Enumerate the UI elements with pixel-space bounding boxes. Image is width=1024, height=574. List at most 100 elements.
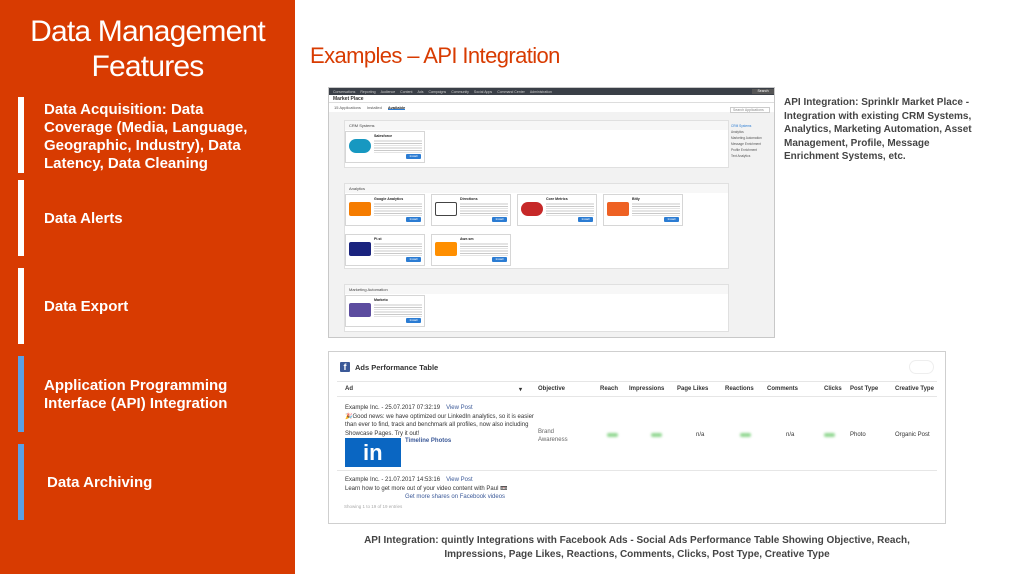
- column-header-page-likes[interactable]: Page Likes: [677, 386, 708, 392]
- nav-item[interactable]: Reporting: [360, 90, 375, 94]
- app-card-pist[interactable]: Pi.st Install: [345, 234, 425, 266]
- search-applications-input[interactable]: Search Applications: [730, 107, 770, 113]
- column-header-reach[interactable]: Reach: [600, 386, 618, 392]
- linkedin-thumbnail[interactable]: in: [345, 438, 401, 467]
- app-card-google-analytics[interactable]: Google Analytics Install: [345, 194, 425, 226]
- sort-caret-icon[interactable]: ▾: [519, 386, 522, 393]
- nav-item[interactable]: Social Apps: [474, 90, 492, 94]
- tab-installed[interactable]: Installed: [367, 105, 382, 110]
- nav-item[interactable]: Community: [451, 90, 469, 94]
- app-description: [460, 242, 508, 256]
- column-header-impressions[interactable]: Impressions: [629, 386, 664, 392]
- toggle-icon[interactable]: [909, 360, 934, 374]
- cell-objective: Brand Awareness: [538, 428, 568, 444]
- column-header-objective[interactable]: Objective: [538, 386, 565, 392]
- column-header-reactions[interactable]: Reactions: [725, 386, 754, 392]
- app-card-bitly[interactable]: Bitly Install: [603, 194, 683, 226]
- ads-caption: API Integration: quintly Integrations wi…: [364, 535, 910, 560]
- app-card-salesforce[interactable]: Salesforce Install: [345, 131, 425, 163]
- app-card-marketo[interactable]: Marketo Install: [345, 295, 425, 327]
- install-button[interactable]: Install: [406, 217, 421, 222]
- feature-data-alerts: Data Alerts: [18, 180, 273, 256]
- cell-clicks-blurred: [824, 433, 835, 437]
- app-description: [632, 202, 680, 216]
- install-button[interactable]: Install: [406, 318, 421, 323]
- install-button[interactable]: Install: [578, 217, 593, 222]
- section-crm-systems: CRM Systems Salesforce Install: [344, 120, 729, 168]
- app-card-awesm[interactable]: Awe.sm Install: [431, 234, 511, 266]
- video-link[interactable]: Get more shares on Facebook videos: [345, 493, 540, 502]
- feature-label-line: Coverage (Media, Language,: [44, 119, 248, 136]
- section-marketing-automation: Marketing Automation Marketo Install: [344, 284, 729, 332]
- post-text-line: Showcase Pages. Try it out!: [345, 430, 420, 437]
- divider: [337, 470, 937, 471]
- nav-item[interactable]: Audience: [381, 90, 396, 94]
- section-label: Analytics: [345, 184, 728, 193]
- column-header-creative-type[interactable]: Creative Type: [895, 386, 934, 392]
- google-analytics-logo-icon: [349, 202, 371, 216]
- post-advertiser: Example Inc. - 25.07.2017 07:32:19: [345, 405, 441, 411]
- install-button[interactable]: Install: [492, 257, 507, 262]
- column-header-comments[interactable]: Comments: [767, 386, 798, 392]
- app-name: Bitly: [632, 197, 640, 201]
- column-header-post-type[interactable]: Post Type: [850, 386, 878, 392]
- marketplace-caption: API Integration: Sprinklr Market Place -…: [784, 97, 972, 162]
- app-card-core-metrics[interactable]: Core Metrics Install: [517, 194, 597, 226]
- category-menu: CRM Systems Analytics Marketing Automati…: [731, 123, 771, 159]
- app-name: Salesforce: [374, 134, 393, 138]
- facebook-icon: f: [340, 362, 350, 372]
- cell-comments: n/a: [786, 432, 795, 438]
- app-name: Directions: [460, 197, 478, 201]
- category-item[interactable]: Text Analytics: [731, 153, 771, 159]
- sidebar-panel: Data Management Features Data Acquisitio…: [0, 0, 295, 574]
- app-name: Marketo: [374, 298, 388, 302]
- feature-data-acquisition: Data Acquisition: Data Coverage (Media, …: [18, 97, 273, 173]
- app-description: [460, 202, 508, 216]
- divider: [337, 396, 937, 397]
- feature-bar: [18, 444, 24, 520]
- table-row: Example Inc. - 21.07.2017 14:53:16 View P…: [345, 476, 540, 502]
- feature-label: Data Export: [44, 298, 128, 316]
- post-meta: Example Inc. - 21.07.2017 14:53:16 View P…: [345, 476, 540, 485]
- nav-item[interactable]: Administration: [530, 90, 552, 94]
- feature-api-integration: Application Programming Interface (API) …: [18, 356, 273, 432]
- feature-bar: [18, 180, 24, 256]
- global-search[interactable]: Search: [752, 89, 774, 94]
- tab-applications[interactable]: 15 Applications: [334, 105, 361, 110]
- post-advertiser: Example Inc. - 21.07.2017 14:53:16: [345, 477, 441, 483]
- section-analytics: Analytics Google Analytics Install Direc…: [344, 183, 729, 269]
- app-name: Pi.st: [374, 237, 382, 241]
- nav-item[interactable]: Command Center: [497, 90, 525, 94]
- pist-logo-icon: [349, 242, 371, 256]
- nav-item[interactable]: Conversations: [333, 90, 355, 94]
- view-post-link[interactable]: View Post: [446, 405, 473, 411]
- app-description: [374, 139, 422, 153]
- sidebar-title-line-1: Data Management: [30, 15, 266, 48]
- nav-item[interactable]: Campaigns: [428, 90, 446, 94]
- timeline-photos-link[interactable]: Timeline Photos: [405, 438, 451, 444]
- post-text-line: 🎉Good news: we have optimized our Linked…: [345, 413, 534, 420]
- nav-item[interactable]: Ads: [417, 90, 423, 94]
- column-header-clicks[interactable]: Clicks: [824, 386, 842, 392]
- feature-bar: [18, 356, 24, 432]
- tab-available[interactable]: Available: [387, 105, 406, 110]
- install-button[interactable]: Install: [664, 217, 679, 222]
- install-button[interactable]: Install: [406, 257, 421, 262]
- nav-item[interactable]: Content: [400, 90, 412, 94]
- ads-performance-screenshot: f Ads Performance Table Ad ▾ Objective R…: [328, 351, 946, 524]
- view-post-link[interactable]: View Post: [446, 477, 473, 483]
- app-card-directions[interactable]: Directions Install: [431, 194, 511, 226]
- objective-line: Brand: [538, 429, 555, 435]
- post-meta: Example Inc. - 25.07.2017 07:32:19 View P…: [345, 404, 540, 413]
- install-button[interactable]: Install: [406, 154, 421, 159]
- column-header-ad[interactable]: Ad: [345, 386, 353, 392]
- feature-label-line: Data Acquisition: Data: [44, 101, 204, 118]
- cell-reach-blurred: [607, 433, 618, 437]
- feature-label-line: Geographic, Industry), Data: [44, 137, 241, 154]
- cell-post-type: Photo: [850, 432, 866, 438]
- install-button[interactable]: Install: [492, 217, 507, 222]
- feature-bar: [18, 268, 24, 344]
- app-name: Core Metrics: [546, 197, 568, 201]
- sidebar-title: Data Management Features: [0, 14, 295, 84]
- table-row: Example Inc. - 25.07.2017 07:32:19 View P…: [345, 404, 540, 438]
